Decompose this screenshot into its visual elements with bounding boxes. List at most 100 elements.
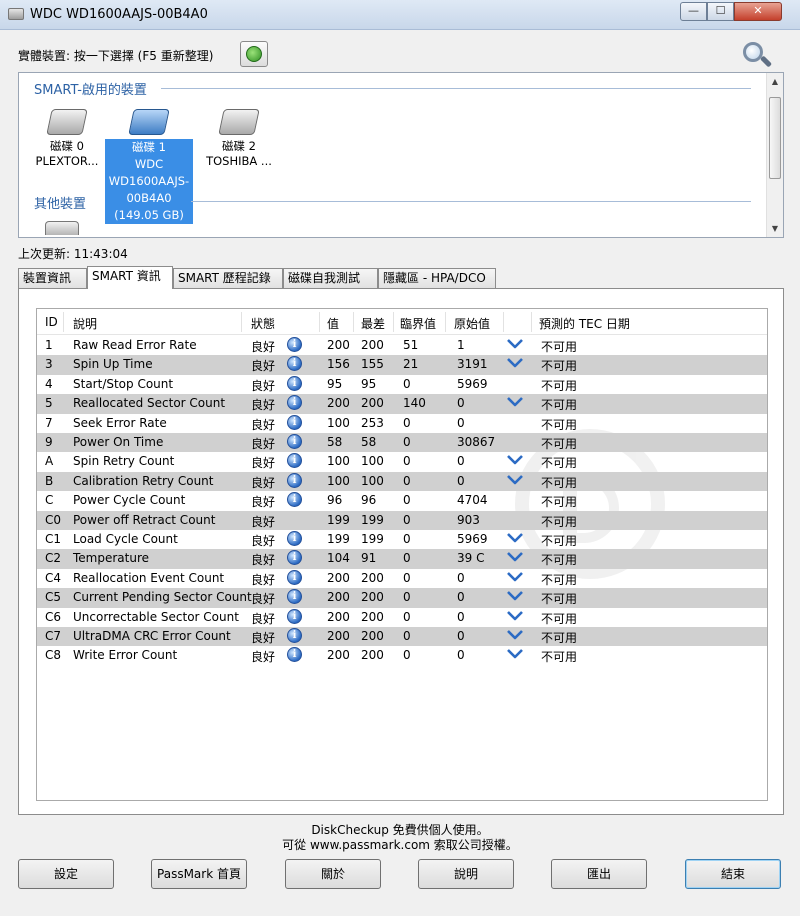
tab-smart-history[interactable]: SMART 歷程記錄 xyxy=(173,268,283,288)
column-header-id[interactable]: ID xyxy=(41,315,58,329)
device-scrollbar[interactable]: ▲ ▼ xyxy=(766,73,783,237)
cell-threshold: 0 xyxy=(403,570,411,585)
table-row[interactable]: 5 Reallocated Sector Count 良好 200 200 140 0 不可用… xyxy=(37,394,767,414)
magnifier-icon[interactable] xyxy=(737,40,773,70)
cell-description: Power On Time xyxy=(73,435,164,449)
smart-devices-title: SMART-啟用的裝置 xyxy=(34,83,147,98)
cell-threshold: 0 xyxy=(403,609,411,624)
window-title: WDC WD1600AAJS-00B4A0 xyxy=(30,7,208,22)
info-icon[interactable]: i xyxy=(287,434,302,449)
info-icon[interactable]: i xyxy=(287,472,302,488)
smart-attribute-list[interactable]: ID 說明 狀態 值 最差 臨界值 原始值 預測的 TEC 日期 1 Raw Re… xyxy=(36,308,768,801)
info-icon[interactable]: i xyxy=(287,375,302,391)
table-row[interactable]: 7 Seek Error Rate 良好 100 253 0 0 不可用 i xyxy=(37,414,767,433)
scroll-down-icon[interactable]: ▼ xyxy=(767,220,783,237)
cell-value: 200 xyxy=(327,590,350,605)
table-row[interactable]: C6 Uncorrectable Sector Count 良好 200 200 0 0 不可… xyxy=(37,608,767,627)
hard-disk-icon xyxy=(218,109,260,135)
table-row[interactable]: A Spin Retry Count 良好 100 100 0 0 不可用 i xyxy=(37,452,767,471)
tab-self-test[interactable]: 磁碟自我測試 xyxy=(283,268,378,288)
chevron-down-icon[interactable] xyxy=(507,533,523,543)
export-button[interactable]: 匯出 xyxy=(551,859,647,889)
info-icon[interactable]: i xyxy=(287,337,302,352)
cell-id: A xyxy=(45,454,54,469)
table-row[interactable]: C7 UltraDMA CRC Error Count 良好 200 200 0 0 不可用 i xyxy=(37,627,767,647)
info-icon[interactable]: i xyxy=(287,414,302,430)
column-header-tec-date[interactable]: 預測的 TEC 日期 xyxy=(535,315,630,332)
close-button[interactable]: ✕ xyxy=(734,2,782,21)
info-icon[interactable]: i xyxy=(287,569,302,585)
table-row[interactable]: B Calibration Retry Count 良好 100 100 0 0 不可用 i xyxy=(37,471,767,492)
column-header-description[interactable]: 說明 xyxy=(69,315,97,332)
tab-smart-info[interactable]: SMART 資訊 xyxy=(87,266,173,289)
table-row[interactable]: C2 Temperature 良好 104 91 0 39 C 不可用 i xyxy=(37,549,767,569)
column-header-worst[interactable]: 最差 xyxy=(357,315,385,332)
settings-button[interactable]: 設定 xyxy=(18,859,114,889)
minimize-button[interactable]: — xyxy=(680,2,707,21)
help-button[interactable]: 說明 xyxy=(418,859,514,889)
disk-2[interactable]: 磁碟 2 TOSHIBA ... xyxy=(195,109,283,169)
chevron-down-icon[interactable] xyxy=(507,610,523,621)
scroll-up-icon[interactable]: ▲ xyxy=(767,73,783,90)
table-row[interactable]: 4 Start/Stop Count 良好 95 95 0 5969 不可用 i xyxy=(37,375,767,394)
chevron-down-icon[interactable] xyxy=(507,591,523,601)
about-button[interactable]: 關於 xyxy=(285,859,381,889)
refresh-button[interactable] xyxy=(240,41,268,67)
info-icon[interactable]: i xyxy=(287,492,302,508)
scroll-thumb[interactable] xyxy=(769,97,781,179)
table-row[interactable]: C4 Reallocation Event Count 良好 200 200 0 0 不可用 i xyxy=(37,569,767,588)
cell-id: C xyxy=(45,493,54,508)
table-row[interactable]: C5 Current Pending Sector Count 良好 200 200 0 0… xyxy=(37,588,767,608)
column-header-status[interactable]: 狀態 xyxy=(247,315,275,332)
column-header-raw[interactable]: 原始值 xyxy=(450,315,490,332)
column-header-threshold[interactable]: 臨界值 xyxy=(396,315,436,332)
chevron-down-icon[interactable] xyxy=(507,630,523,640)
maximize-button[interactable]: ☐ xyxy=(707,2,734,21)
cell-raw: 1 xyxy=(457,338,465,352)
cell-tec-date: 不可用 xyxy=(541,611,578,626)
other-devices-title: 其他裝置 xyxy=(34,197,87,212)
info-icon[interactable]: i xyxy=(287,356,302,372)
table-row[interactable]: 1 Raw Read Error Rate 良好 200 200 51 1 不可用 i xyxy=(37,336,767,355)
table-row[interactable]: C1 Load Cycle Count 良好 199 199 0 5969 不可用 i xyxy=(37,530,767,549)
table-row[interactable]: 9 Power On Time 良好 58 58 0 30867 不可用 i xyxy=(37,433,767,453)
chevron-down-icon[interactable] xyxy=(507,571,523,582)
passmark-home-button[interactable]: PassMark 首頁 xyxy=(151,859,247,889)
cell-worst: 95 xyxy=(361,376,377,391)
info-icon[interactable]: i xyxy=(287,395,302,411)
info-icon[interactable]: i xyxy=(287,608,302,624)
chevron-down-icon[interactable] xyxy=(507,474,523,485)
disk-0[interactable]: 磁碟 0 PLEXTOR... xyxy=(23,109,111,169)
chevron-down-icon[interactable] xyxy=(507,552,523,562)
table-row[interactable]: C Power Cycle Count 良好 96 96 0 4704 不可用 i xyxy=(37,491,767,510)
cell-raw: 0 xyxy=(457,473,465,488)
tab-device-info[interactable]: 裝置資訊 xyxy=(18,268,87,288)
cell-description: Reallocated Sector Count xyxy=(73,396,226,411)
chevron-down-icon[interactable] xyxy=(507,339,523,349)
cell-status: 良好 xyxy=(251,514,276,529)
cell-threshold: 0 xyxy=(403,415,411,430)
table-row[interactable]: 3 Spin Up Time 良好 156 155 21 3191 不可用 i xyxy=(37,355,767,375)
table-row[interactable]: C0 Power off Retract Count 良好 199 199 0 903 不可用 xyxy=(37,510,767,530)
cell-worst: 200 xyxy=(361,629,384,643)
info-icon[interactable]: i xyxy=(287,628,302,643)
disk-1[interactable]: 磁碟 1 WDC WD1600AAJS- 00B4A0 (149.05 GB) xyxy=(105,109,193,224)
chevron-down-icon[interactable] xyxy=(507,397,523,407)
column-header-value[interactable]: 值 xyxy=(323,315,339,332)
info-icon[interactable]: i xyxy=(287,589,302,605)
chevron-down-icon[interactable] xyxy=(507,358,523,368)
cell-value: 200 xyxy=(327,629,350,643)
info-icon[interactable]: i xyxy=(287,647,302,663)
hard-disk-icon[interactable] xyxy=(45,221,79,235)
cell-description: Spin Up Time xyxy=(73,357,153,372)
cell-raw: 0 xyxy=(457,454,465,469)
chevron-down-icon[interactable] xyxy=(507,455,523,465)
cell-raw: 0 xyxy=(457,648,465,663)
table-row[interactable]: C8 Write Error Count 良好 200 200 0 0 不可用 i xyxy=(37,646,767,665)
info-icon[interactable]: i xyxy=(287,531,302,546)
chevron-down-icon[interactable] xyxy=(507,649,523,659)
exit-button[interactable]: 結束 xyxy=(685,859,781,889)
info-icon[interactable]: i xyxy=(287,550,302,566)
tab-hpa-dco[interactable]: 隱藏區 - HPA/DCO xyxy=(378,268,496,288)
info-icon[interactable]: i xyxy=(287,453,302,469)
